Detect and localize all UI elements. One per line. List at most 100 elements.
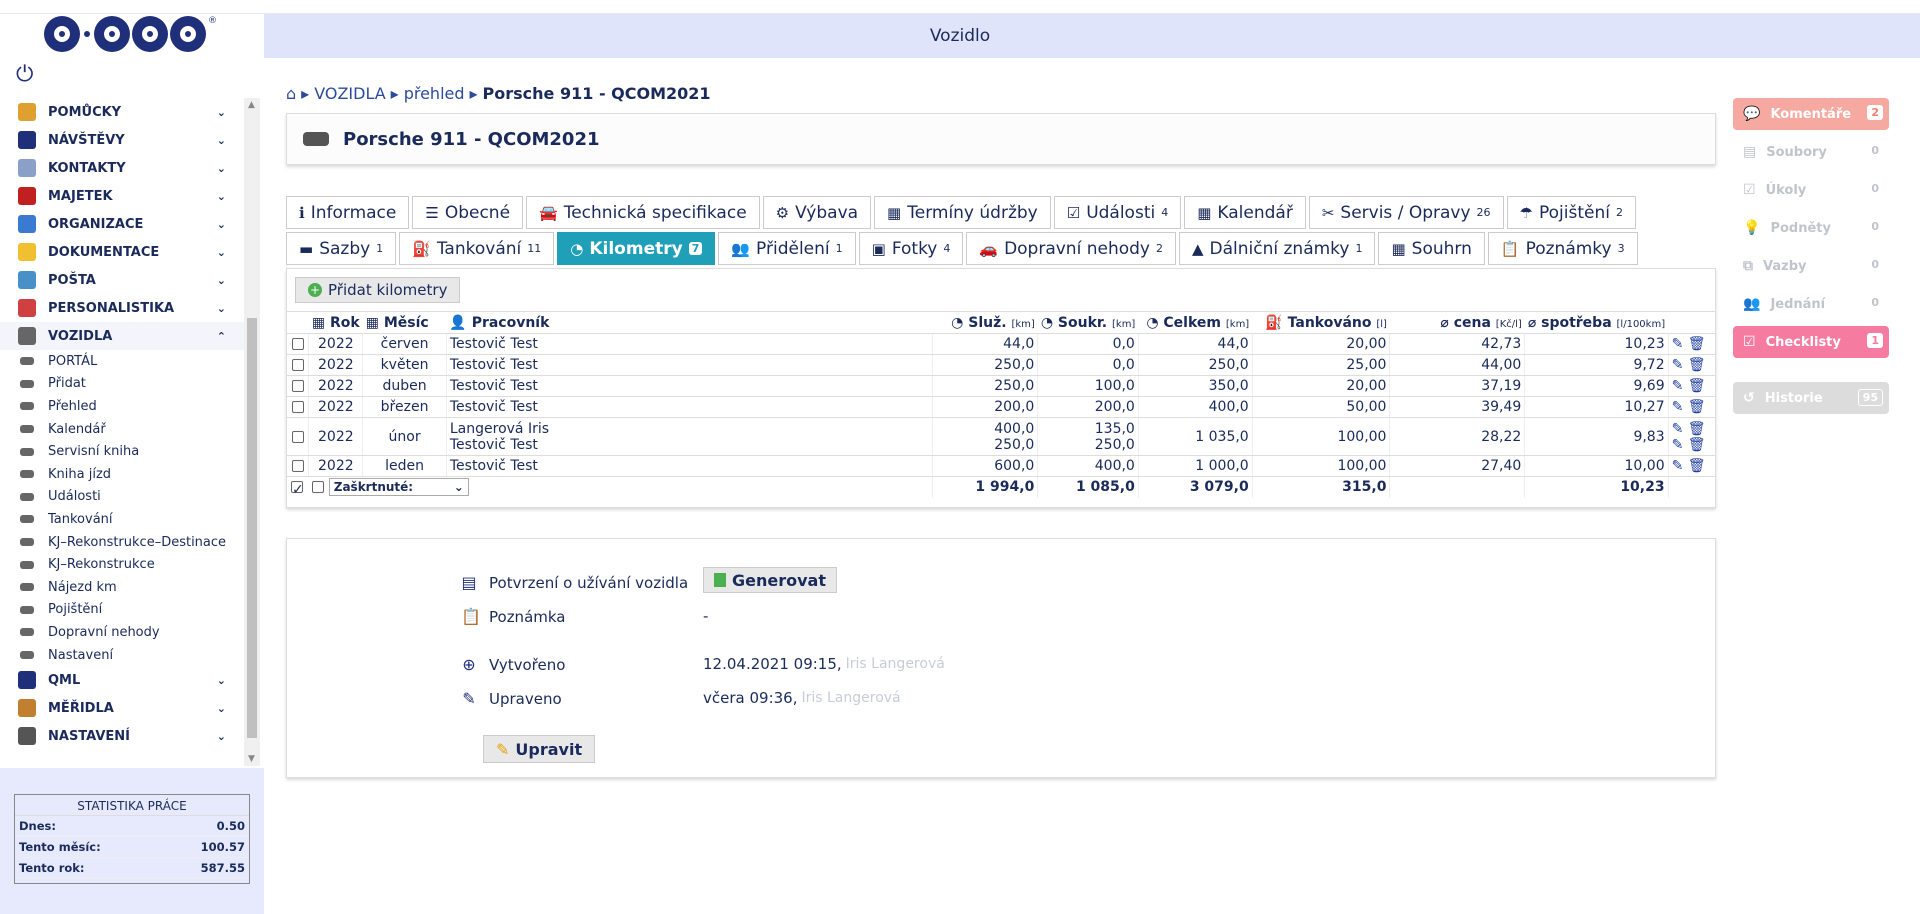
side-podn-ty-button[interactable]: 💡 Podněty 0 [1733, 212, 1889, 244]
edit-icon[interactable]: ✎ [1672, 378, 1684, 394]
side--koly-button[interactable]: ☑ Úkoly 0 [1733, 174, 1889, 206]
submenu-item[interactable]: Dopravní nehody [0, 621, 244, 644]
tab-technick-specifikace[interactable]: 🚘 Technická specifikace [526, 196, 760, 229]
row-checkbox[interactable] [291, 401, 304, 413]
row-checkbox[interactable] [291, 430, 304, 443]
tab-servis-opravy[interactable]: ✂ Servis / Opravy 26 [1308, 196, 1504, 229]
menu-item-items7[interactable]: PERSONALISTIKA ⌄ [0, 294, 244, 322]
edit-icon[interactable]: ✎ [1672, 357, 1684, 373]
side-checklisty-button[interactable]: ☑ Checklisty 1 [1733, 326, 1889, 358]
power-icon[interactable]: ⏻ [16, 62, 33, 87]
menu-item-after0[interactable]: QML ⌄ [0, 666, 244, 694]
col-mesic[interactable]: ▦ Měsíc [362, 311, 447, 334]
edit-icon[interactable]: ✎ [1672, 421, 1684, 437]
edit-button[interactable]: ✎ Upravit [483, 735, 596, 763]
submenu-item[interactable]: Pojištění [0, 599, 244, 622]
chevron-down-icon[interactable]: ⌄ [217, 106, 226, 119]
tab-v-bava[interactable]: ⚙ Výbava [762, 196, 872, 229]
tab-term-ny-dr-by[interactable]: ▦ Termíny údržby [874, 196, 1051, 229]
tab-sazby[interactable]: ▬ Sazby 1 [286, 232, 397, 265]
submenu-item[interactable]: Servisní kniha [0, 440, 244, 463]
side-jedn-n--button[interactable]: 👥 Jednání 0 [1733, 288, 1889, 320]
col-cena[interactable]: ⌀ cena [Kč/l] [1389, 311, 1525, 334]
submenu-item[interactable]: KJ–Rekonstrukce–Destinace [0, 531, 244, 554]
menu-item-after1[interactable]: MĚŘIDLA ⌄ [0, 694, 244, 722]
tab-informace[interactable]: ℹ Informace [286, 196, 410, 229]
tab-tankov-n-[interactable]: ⛽ Tankování 11 [399, 232, 555, 265]
tab-dopravn-nehody[interactable]: 🚗 Dopravní nehody 2 [966, 232, 1176, 265]
chevron-down-icon[interactable]: ⌄ [217, 302, 226, 315]
submenu-item[interactable]: KJ–Rekonstrukce [0, 553, 244, 576]
trash-icon[interactable]: 🗑 [1688, 399, 1706, 415]
chevron-down-icon[interactable]: ⌄ [217, 162, 226, 175]
row-checkbox[interactable] [291, 359, 304, 371]
tab-souhrn[interactable]: ▦ Souhrn [1378, 232, 1485, 265]
edit-icon[interactable]: ✎ [1672, 336, 1684, 352]
row-checkbox[interactable] [291, 338, 304, 350]
menu-item-items1[interactable]: NÁVŠTĚVY ⌄ [0, 126, 244, 154]
tab-p-id-len-[interactable]: 👥 Přidělení 1 [718, 232, 856, 265]
row-checkbox[interactable] [291, 460, 304, 472]
uncheck-all-checkbox[interactable] [311, 481, 324, 494]
submenu-item[interactable]: Přehled [0, 395, 244, 418]
col-spotreba[interactable]: ⌀ spotřeba [l/100km] [1524, 311, 1669, 334]
bulk-action-select[interactable]: Zaškrtnuté: ⌄ [328, 478, 469, 497]
chevron-up-icon[interactable]: ⌃ [217, 330, 226, 343]
tab-kilometry[interactable]: ◔ Kilometry 7 [557, 232, 716, 265]
submenu-item[interactable]: Nájezd km [0, 576, 244, 599]
home-icon[interactable]: ⌂ [286, 84, 296, 103]
trash-icon[interactable]: 🗑 [1688, 458, 1706, 474]
menu-item-items5[interactable]: DOKUMENTACE ⌄ [0, 238, 244, 266]
menu-item-items3[interactable]: MAJETEK ⌄ [0, 182, 244, 210]
tab-kalend-[interactable]: ▦ Kalendář [1184, 196, 1306, 229]
chevron-down-icon[interactable]: ⌄ [217, 246, 226, 259]
chevron-down-icon[interactable]: ⌄ [217, 190, 226, 203]
submenu-item[interactable]: Tankování [0, 508, 244, 531]
trash-icon[interactable]: 🗑 [1688, 357, 1706, 373]
menu-item-items0[interactable]: POMŮCKY ⌄ [0, 98, 244, 126]
chevron-down-icon[interactable]: ⌄ [217, 218, 226, 231]
submenu-item[interactable]: Nastavení [0, 644, 244, 667]
submenu-item[interactable]: Události [0, 486, 244, 509]
trash-icon[interactable]: 🗑 [1688, 378, 1706, 394]
tab-ud-losti[interactable]: ☑ Události 4 [1053, 196, 1182, 229]
tab-pozn-mky[interactable]: 📋 Poznámky 3 [1487, 232, 1638, 265]
submenu-item[interactable]: Přidat [0, 373, 244, 396]
trash-icon[interactable]: 🗑 [1688, 437, 1706, 453]
generate-button[interactable]: Generovat [703, 567, 837, 593]
edit-icon[interactable]: ✎ [1672, 437, 1684, 453]
edit-icon[interactable]: ✎ [1672, 399, 1684, 415]
chevron-down-icon[interactable]: ⌄ [217, 274, 226, 287]
menu-item-items8[interactable]: VOZIDLA ⌃ [0, 322, 244, 350]
edit-icon[interactable]: ✎ [1672, 458, 1684, 474]
tab-poji-t-n-[interactable]: ☂ Pojištění 2 [1506, 196, 1636, 229]
submenu-item[interactable]: Kalendář [0, 418, 244, 441]
menu-item-items6[interactable]: POŠTA ⌄ [0, 266, 244, 294]
breadcrumb-overview[interactable]: přehled [404, 84, 465, 103]
trash-icon[interactable]: 🗑 [1688, 421, 1706, 437]
check-all-checkbox[interactable]: ✓ [291, 481, 304, 498]
col-pracovnik[interactable]: 👤 Pracovník [446, 311, 933, 334]
side-koment-e-button[interactable]: 💬 Komentáře 2 [1733, 98, 1889, 130]
submenu-item[interactable]: PORTÁL [0, 350, 244, 373]
tab-obecn-[interactable]: ☰ Obecné [412, 196, 524, 229]
col-rok[interactable]: ▦ Rok [308, 311, 363, 334]
qcom-logo[interactable]: ® [44, 16, 217, 52]
sidebar-scrollbar[interactable]: ▲ ▼ [244, 98, 260, 766]
side-soubory-button[interactable]: ▤ Soubory 0 [1733, 136, 1889, 168]
col-sluz[interactable]: ◔ Služ. [km] [932, 311, 1038, 334]
menu-item-items4[interactable]: ORGANIZACE ⌄ [0, 210, 244, 238]
menu-item-after2[interactable]: NASTAVENÍ ⌄ [0, 722, 244, 750]
chevron-down-icon[interactable]: ⌄ [217, 730, 226, 743]
menu-item-items2[interactable]: KONTAKTY ⌄ [0, 154, 244, 182]
chevron-down-icon[interactable]: ⌄ [217, 134, 226, 147]
col-tankovano[interactable]: ⛽ Tankováno [l] [1252, 311, 1390, 334]
side-vazby-button[interactable]: ⧉ Vazby 0 [1733, 250, 1889, 282]
chevron-down-icon[interactable]: ⌄ [217, 702, 226, 715]
trash-icon[interactable]: 🗑 [1688, 336, 1706, 352]
tab-fotky[interactable]: ▣ Fotky 4 [858, 232, 964, 265]
row-checkbox[interactable] [291, 380, 304, 392]
tab-d-lni-n-zn-mky[interactable]: ▲ Dálniční známky 1 [1178, 232, 1376, 265]
history-button[interactable]: ↺ Historie 95 [1733, 382, 1889, 414]
breadcrumb-vozidla[interactable]: VOZIDLA [314, 84, 385, 103]
